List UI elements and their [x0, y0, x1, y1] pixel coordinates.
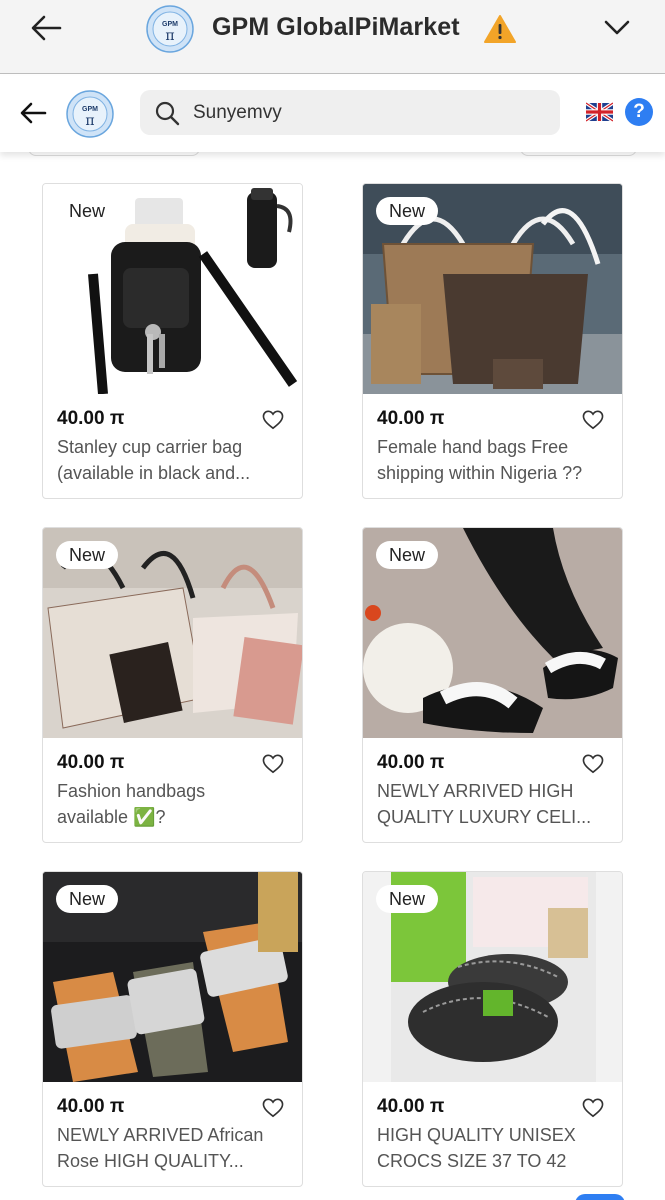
product-price: 40.00 π: [377, 752, 445, 773]
heart-icon[interactable]: [262, 1098, 284, 1118]
new-badge: New: [376, 541, 439, 569]
app-title: GPM GlobalPiMarket: [212, 13, 460, 41]
gpm-logo-icon[interactable]: GPM π: [66, 90, 114, 138]
product-price: 40.00 π: [377, 1096, 445, 1117]
svg-text:GPM: GPM: [82, 106, 98, 113]
search-value: Sunyemvy: [193, 102, 282, 123]
heart-icon[interactable]: [582, 410, 604, 430]
chevron-down-icon[interactable]: [602, 14, 632, 40]
floating-action-button[interactable]: [575, 1194, 625, 1200]
product-name: NEWLY ARRIVED HIGH QUALITY LUXURY CELI..…: [377, 781, 592, 827]
heart-icon[interactable]: [582, 754, 604, 774]
product-card[interactable]: New 40.00 π NEWLY ARRIVED African Rose H…: [42, 871, 303, 1187]
search-icon: [155, 101, 180, 126]
app-bar: GPM π GPM GlobalPiMarket: [0, 0, 665, 74]
new-badge: New: [376, 197, 439, 225]
heart-icon[interactable]: [262, 754, 284, 774]
product-price: 40.00 π: [57, 408, 125, 429]
product-name: Fashion handbags available ✅?: [57, 781, 206, 827]
uk-flag-icon[interactable]: [586, 102, 613, 122]
warning-icon[interactable]: [484, 14, 516, 44]
new-badge: New: [56, 197, 119, 225]
search-input[interactable]: Sunyemvy: [140, 90, 560, 135]
product-card[interactable]: New 40.00 π Fashion handbags available ✅…: [42, 527, 303, 843]
svg-text:GPM: GPM: [162, 21, 178, 28]
product-price: 40.00 π: [377, 408, 445, 429]
product-name: HIGH QUALITY UNISEX CROCS SIZE 37 TO 42: [377, 1125, 576, 1171]
product-name: Stanley cup carrier bag (available in bl…: [57, 437, 251, 483]
heart-icon[interactable]: [582, 1098, 604, 1118]
product-name: NEWLY ARRIVED African Rose HIGH QUALITY.…: [57, 1125, 264, 1171]
back-arrow-icon[interactable]: [28, 12, 64, 44]
back-arrow-icon[interactable]: [18, 98, 48, 128]
product-card[interactable]: New 40.00 π Stanley cup carrier bag (ava…: [42, 183, 303, 499]
svg-text:π: π: [165, 28, 174, 44]
product-price: 40.00 π: [57, 1096, 125, 1117]
heart-icon[interactable]: [262, 410, 284, 430]
product-card[interactable]: New 40.00 π Female hand bags Free shippi…: [362, 183, 623, 499]
gpm-logo-icon: GPM π: [146, 5, 194, 53]
new-badge: New: [56, 541, 119, 569]
product-card[interactable]: New 40.00 π NEWLY ARRIVED HIGH QUALITY L…: [362, 527, 623, 843]
product-price: 40.00 π: [57, 752, 125, 773]
product-name: Female hand bags Free shipping within Ni…: [377, 437, 583, 483]
search-header: GPM π Sunyemvy ?: [0, 76, 665, 152]
product-card[interactable]: New 40.00 π HIGH QUALITY UNISEX CROCS SI…: [362, 871, 623, 1187]
new-badge: New: [56, 885, 119, 913]
svg-text:π: π: [85, 113, 94, 129]
new-badge: New: [376, 885, 439, 913]
help-icon[interactable]: ?: [625, 98, 653, 126]
